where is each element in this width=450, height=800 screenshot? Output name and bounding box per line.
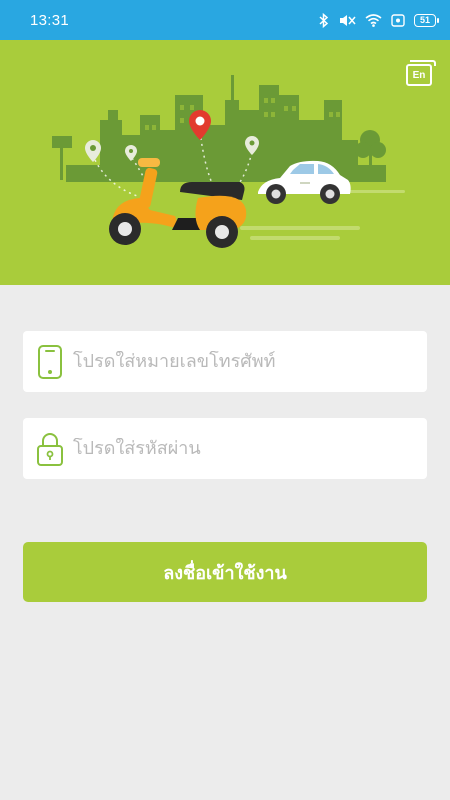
screen-record-icon: [391, 13, 405, 27]
phone-input[interactable]: [73, 351, 427, 372]
language-switch-button[interactable]: En: [406, 60, 436, 86]
lock-icon: [35, 429, 65, 469]
battery-icon: 51: [414, 13, 439, 27]
status-icons: 51: [319, 12, 439, 28]
login-button[interactable]: ลงชื่อเข้าใช้งาน: [23, 542, 427, 602]
bluetooth-icon: [319, 12, 329, 28]
phone-icon: [35, 342, 65, 382]
header-banner: En: [0, 40, 450, 285]
phone-field[interactable]: [23, 331, 427, 392]
city-scooter-car-illustration: [52, 75, 405, 248]
wifi-icon: [365, 13, 382, 27]
password-input[interactable]: [73, 438, 427, 459]
mute-icon: [338, 13, 356, 28]
password-field[interactable]: [23, 418, 427, 479]
status-time: 13:31: [30, 11, 70, 29]
status-bar: 13:31 51: [0, 0, 450, 40]
